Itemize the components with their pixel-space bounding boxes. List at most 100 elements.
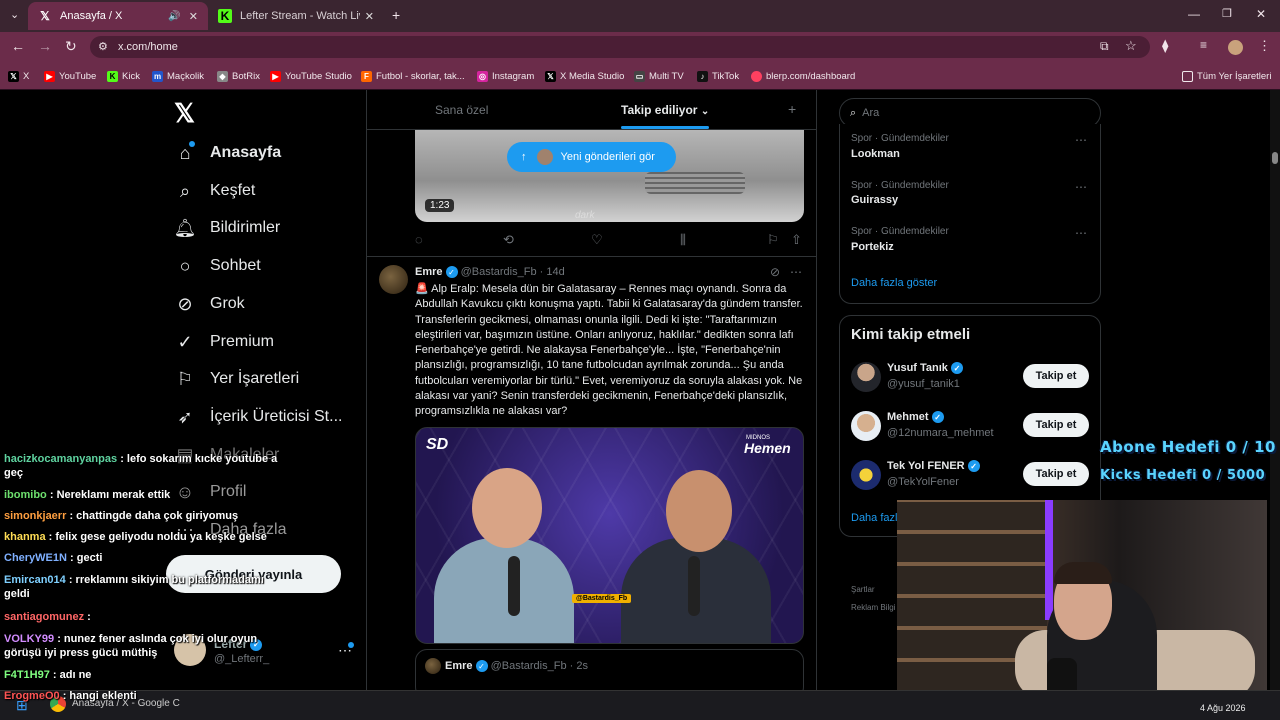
taskbar [0,690,1280,720]
grok-icon[interactable]: ⊘ [770,265,780,279]
scrollbar-track[interactable] [1270,90,1280,690]
menu-icon[interactable]: ⋮ [1258,38,1271,54]
tweet-time[interactable]: 14d [546,266,564,278]
back-icon[interactable]: ← [11,38,25,54]
close-tab-icon[interactable]: ✕ [365,10,374,23]
site-info-icon[interactable]: ⚙ [98,40,108,53]
suggestion-name-text: Tek Yol FENER [887,460,965,472]
all-bookmarks-folder[interactable]: Tüm Yer İşaretleri [1182,68,1271,84]
star-icon[interactable]: ☆ [1125,38,1137,54]
sidebar-item-chat[interactable]: ○ Sohbet [174,251,261,281]
tab-x-home[interactable]: 𝕏 Anasayfa / X 🔊 ✕ [28,2,208,30]
kicks-goal: Kicks Hedefi 0 / 5000 [1100,468,1266,483]
bookmark-x[interactable]: 𝕏X [8,68,29,84]
car-grille [645,172,745,194]
chat-message: CheryWE1N : gecti [4,552,102,564]
url-text: x.com/home [118,41,178,53]
bookmark-botrix[interactable]: ◆ BotRix [217,68,260,84]
chat-message: simonkjaerr : chattingde daha çok giriyo… [4,510,238,522]
restore-icon[interactable]: ❐ [1222,7,1232,20]
x-logo-icon: 𝕏 [545,70,556,82]
x-logo-icon[interactable]: 𝕏 [174,98,195,129]
more-icon[interactable]: ⋯ [790,265,802,279]
sidebar-item-notifications[interactable]: 🔔︎ Bildirimler [174,213,281,243]
bookmark-instagram[interactable]: ◎ Instagram [477,68,534,84]
more-icon[interactable]: ⋯ [1075,180,1087,194]
tweet-author[interactable]: Emre [415,266,443,278]
sidebar-item-explore[interactable]: ⌕ Keşfet [174,176,255,206]
tab-lefter-stream[interactable]: K Lefter Stream - Watch Live on K ✕ [208,2,384,30]
sidebar-item-creator-studio[interactable]: ➶ İçerik Üreticisi St... [174,402,342,432]
add-column-icon[interactable]: + [788,101,796,117]
show-more-link[interactable]: Daha fazl [851,512,897,524]
profile-avatar[interactable] [1228,40,1243,55]
avatar[interactable] [851,411,881,441]
show-more-link[interactable]: Daha fazla göster [851,277,937,289]
rocket-icon: ➶ [177,406,193,427]
bookmark-multi-tv[interactable]: ▭ Multi TV [634,68,684,84]
bookmark-youtube[interactable]: ▶ YouTube [44,68,96,84]
sidebar-item-grok[interactable]: ⊘ Grok [174,289,245,319]
follow-button[interactable]: Takip et [1023,462,1089,486]
bookmark-label: YouTube Studio [285,70,352,82]
tab-for-you[interactable]: Sana özel [435,103,488,117]
sidebar-item-bookmarks[interactable]: ⚐ Yer İşaretleri [174,364,299,394]
sidebar-item-label: Premium [210,333,275,350]
avatar[interactable] [851,460,881,490]
tweet-media[interactable]: SD MIDNOS Hemen @Bastardis_Fb [415,427,804,644]
more-icon[interactable]: ⋯ [1075,133,1087,147]
sidebar-item-label: Grok [210,295,245,312]
chat-text: : gecti [70,552,103,564]
footer-link[interactable]: Şartlar [851,585,875,594]
tab-title: Lefter Stream - Watch Live on K [240,10,360,22]
tweet-text: 🚨 Alp Eralp: Mesela dün bir Galatasaray … [415,283,803,418]
repost-icon[interactable]: ⟲ [503,232,514,248]
new-posts-pill[interactable]: ↑ Yeni gönderileri gör [507,142,676,172]
suggestion-name[interactable]: Mehmet ✓ [887,411,944,424]
bookmark-blerp[interactable]: blerp.com/dashboard [751,68,855,84]
bookmark-youtube-studio[interactable]: ▶ YouTube Studio [270,68,352,84]
close-window-icon[interactable]: ✕ [1256,7,1266,21]
follow-button[interactable]: Takip et [1023,413,1089,437]
close-tab-icon[interactable]: ✕ [189,10,198,23]
share-icon[interactable]: ⇧ [791,232,802,248]
avatar[interactable] [379,265,408,294]
avatar[interactable] [851,362,881,392]
media-control-icon[interactable]: ≡ [1200,38,1207,52]
chat-message: hacizkocamanyanpas : lefo sokarım kıcke … [4,452,284,480]
reply-icon[interactable]: ◌ [415,232,423,247]
bookmark-futbol[interactable]: F Futbol - skorlar, tak... [361,68,465,84]
follow-button[interactable]: Takip et [1023,364,1089,388]
speaker-icon[interactable]: 🔊 [168,11,180,22]
person-left-head [472,468,542,548]
suggestion-name[interactable]: Tek Yol FENER ✓ [887,460,980,473]
suggestion-name[interactable]: Yusuf Tanık ✓ [887,362,963,375]
sidebar-item-premium[interactable]: ✓ Premium [174,327,274,357]
footer-link[interactable]: Reklam Bilgi [851,603,895,612]
trend-name[interactable]: Portekiz [851,241,894,253]
like-icon[interactable]: ♡ [591,232,603,248]
extensions-icon[interactable]: ⧫ [1162,38,1168,54]
trend-name[interactable]: Lookman [851,148,900,160]
scrollbar-thumb[interactable] [1272,152,1278,164]
new-tab-icon[interactable]: + [392,7,400,23]
cast-icon[interactable]: ⧉ [1100,39,1109,54]
tab-following[interactable]: Takip ediliyor ⌄ [621,103,709,117]
more-icon[interactable]: ⋯ [1075,226,1087,240]
bookmark-tiktok[interactable]: ♪ TikTok [697,68,739,84]
forward-icon[interactable]: → [38,38,52,54]
bookmark-kick[interactable]: K Kick [107,68,140,84]
chat-text: : chattingde daha çok giriyomuş [69,510,239,522]
minimize-icon[interactable]: — [1188,7,1200,21]
bookmark-mackolik[interactable]: m Maçkolik [152,68,204,84]
address-bar[interactable]: ⚙ x.com/home [90,36,1150,58]
sidebar-item-profile[interactable]: ☺ Profil [174,477,247,507]
reload-icon[interactable]: ↻ [65,38,77,55]
tab-search-icon[interactable]: ⌄ [10,8,19,21]
bookmark-label: TikTok [712,70,740,82]
bookmark-icon[interactable]: ⚐ [767,232,779,248]
views-icon[interactable]: ⫼ [680,232,686,248]
bookmark-x-media-studio[interactable]: 𝕏 X Media Studio [545,68,624,84]
tweet-handle[interactable]: @Bastardis_Fb [461,266,537,278]
trend-name[interactable]: Guirassy [851,194,898,206]
